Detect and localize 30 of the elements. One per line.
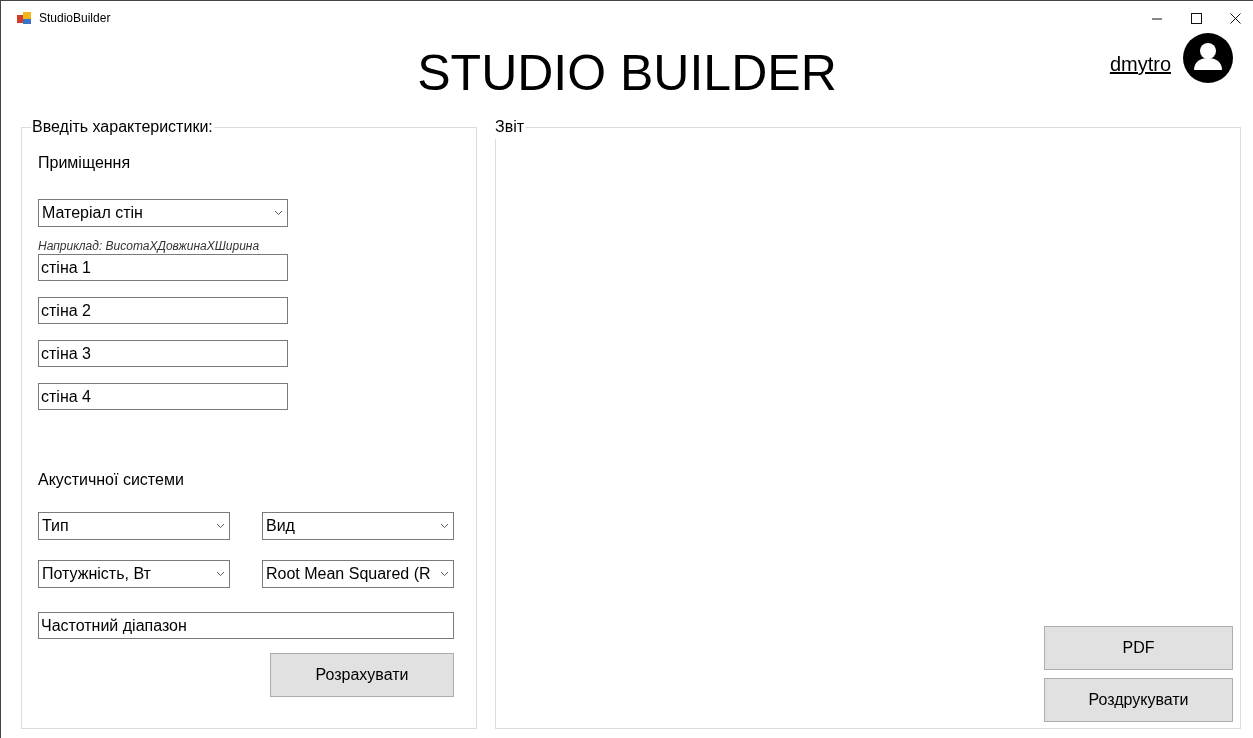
section-label: Приміщення [38, 153, 132, 173]
username-link[interactable]: dmytro [1109, 49, 1171, 79]
dropdown[interactable]: Матеріал стін [38, 199, 288, 227]
input-field[interactable]: Частотний діапазон [38, 612, 454, 639]
chevron-down-icon [440, 571, 449, 577]
maximize-icon[interactable] [1191, 12, 1202, 24]
chevron-down-icon [274, 210, 283, 216]
dropdown[interactable]: Вид [262, 512, 454, 540]
input-field[interactable]: стіна 1 [38, 254, 288, 281]
chevron-down-icon [216, 523, 225, 529]
group-title: Звіт [494, 117, 526, 137]
app-icon [17, 12, 31, 24]
dropdown[interactable]: Тип [38, 512, 230, 540]
dropdown[interactable]: Root Mean Squared (R [262, 560, 454, 588]
hint-text: Наприклад: ВисотаХДовжинаХШирина [38, 239, 261, 253]
app-heading: STUDIO BUILDER [417, 48, 837, 98]
close-icon[interactable] [1230, 12, 1241, 24]
dropdown[interactable]: Потужність, Вт [38, 560, 230, 588]
chevron-down-icon [216, 571, 225, 577]
input-field[interactable]: стіна 3 [38, 340, 288, 367]
chevron-down-icon [440, 523, 449, 529]
window-title: StudioBuilder [39, 10, 111, 27]
input-field[interactable]: стіна 2 [38, 297, 288, 324]
calculate-button[interactable]: Розрахувати [270, 653, 454, 697]
report-button[interactable]: PDF [1044, 626, 1233, 670]
section-label: Акустичної системи [38, 470, 185, 490]
user-avatar-icon[interactable] [1183, 33, 1233, 83]
report-button[interactable]: Роздрукувати [1044, 678, 1233, 722]
input-field[interactable]: стіна 4 [38, 383, 288, 410]
group-title: Введіть характеристики: [31, 117, 214, 137]
